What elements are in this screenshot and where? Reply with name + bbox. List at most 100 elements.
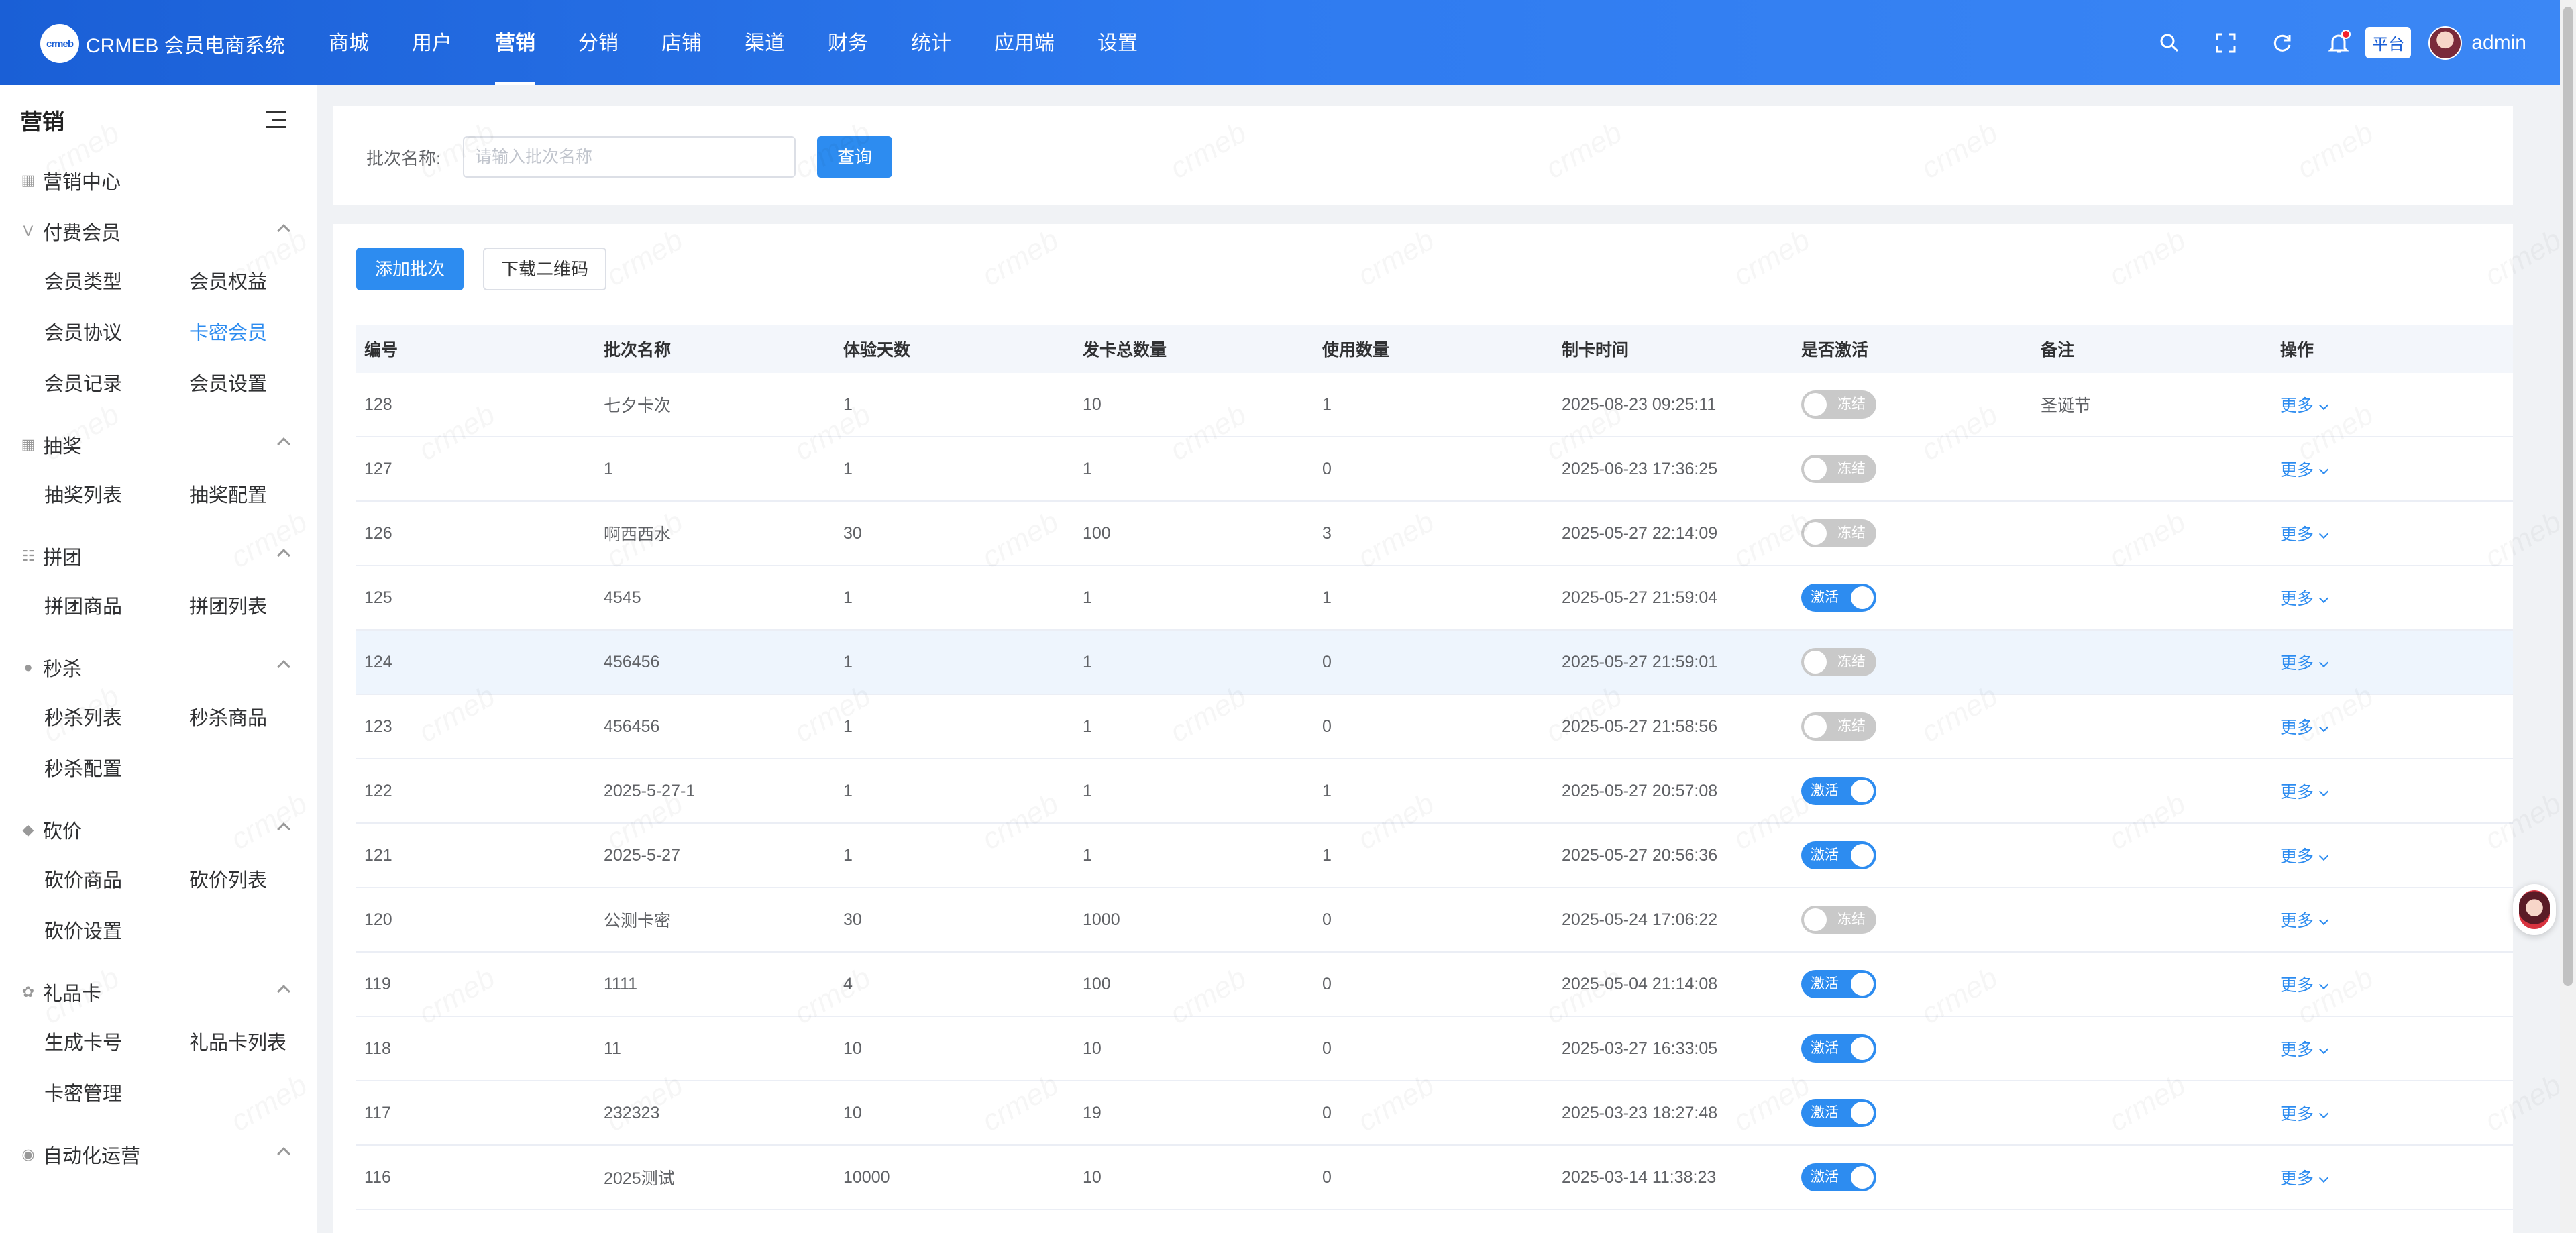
more-actions-button[interactable]: 更多 [2280, 1105, 2329, 1124]
menu-group-title[interactable]: V 付费会员 [20, 206, 317, 257]
chevron-down-icon [2318, 1173, 2329, 1183]
table-row: 128 七夕卡次 1 10 1 2025-08-23 09:25:11 冻结 圣诞节 更多 [356, 373, 2513, 437]
sidebar-item[interactable]: 秒杀配置 [44, 744, 189, 795]
more-actions-button[interactable]: 更多 [2280, 525, 2329, 544]
download-qrcode-button[interactable]: 下载二维码 [483, 248, 606, 290]
menu-group-title[interactable]: ▦ 营销中心 [20, 155, 317, 206]
cell-used: 0 [1322, 974, 1332, 994]
menu-group-title[interactable]: ◉ 自动化运营 [20, 1129, 317, 1180]
customer-service-avatar[interactable] [2513, 884, 2556, 935]
switch-knob [1851, 586, 1874, 609]
sidebar-item[interactable]: 砍价设置 [44, 906, 189, 957]
table-row: 118 11 10 10 0 2025-03-27 16:33:05 激活 更多 [356, 1017, 2513, 1081]
more-actions-button[interactable]: 更多 [2280, 718, 2329, 737]
activate-switch[interactable]: 激活 [1801, 841, 1876, 869]
add-batch-button[interactable]: 添加批次 [356, 248, 464, 290]
search-icon[interactable] [2156, 30, 2183, 56]
more-actions-button[interactable]: 更多 [2280, 847, 2329, 866]
activate-switch[interactable]: 冻结 [1801, 519, 1876, 547]
nav-item[interactable]: 财务 [828, 0, 890, 85]
sidebar-item[interactable]: 会员记录 [44, 359, 189, 410]
menu-group-label: 付费会员 [43, 223, 121, 244]
sidebar-item[interactable]: 抽奖列表 [44, 470, 189, 521]
menu-group-title[interactable]: ☷ 拼团 [20, 531, 317, 582]
sidebar-item[interactable]: 会员设置 [189, 359, 317, 410]
brand[interactable]: crmeb CRMEB 会员电商系统 [40, 24, 285, 63]
page-scrollbar[interactable] [2560, 0, 2576, 1233]
more-actions-button[interactable]: 更多 [2280, 1040, 2329, 1059]
sidebar-item[interactable]: 生成卡号 [44, 1018, 189, 1069]
more-actions-button[interactable]: 更多 [2280, 590, 2329, 608]
nav-item[interactable]: 分销 [578, 0, 640, 85]
more-actions-button[interactable]: 更多 [2280, 976, 2329, 995]
nav-item[interactable]: 用户 [412, 0, 474, 85]
activate-switch[interactable]: 激活 [1801, 1099, 1876, 1127]
batch-name-input[interactable]: 请输入批次名称 [463, 136, 796, 178]
sidebar-item[interactable]: 砍价商品 [44, 855, 189, 906]
more-label: 更多 [2280, 1169, 2314, 1188]
sidebar-item[interactable]: 秒杀商品 [189, 693, 317, 744]
menu-group-label: 抽奖 [43, 436, 83, 458]
bell-icon[interactable] [2325, 29, 2352, 56]
cell-used: 0 [1322, 910, 1332, 929]
activate-switch[interactable]: 激活 [1801, 1034, 1876, 1063]
activate-switch[interactable]: 激活 [1801, 1163, 1876, 1191]
switch-knob [1804, 715, 1827, 738]
menu-group-title[interactable]: ● 秒杀 [20, 642, 317, 693]
username[interactable]: admin [2471, 32, 2526, 54]
sidebar-item[interactable]: 会员权益 [189, 257, 317, 308]
sidebar-item[interactable]: 砍价列表 [189, 855, 317, 906]
sidebar-item[interactable]: 卡密会员 [189, 308, 317, 359]
nav-item[interactable]: 渠道 [745, 0, 806, 85]
menu-group-title[interactable]: ✿ 礼品卡 [20, 967, 317, 1018]
activate-switch[interactable]: 激活 [1801, 584, 1876, 612]
nav-item[interactable]: 统计 [911, 0, 973, 85]
sidebar-item[interactable]: 抽奖配置 [189, 470, 317, 521]
sidebar-item[interactable]: 卡密管理 [44, 1069, 189, 1120]
cell-days: 1 [843, 781, 853, 800]
menu-group-title[interactable]: ▦ 抽奖 [20, 419, 317, 470]
table-row: 125 4545 1 1 1 2025-05-27 21:59:04 激活 更多 [356, 566, 2513, 631]
more-actions-button[interactable]: 更多 [2280, 654, 2329, 673]
more-actions-button[interactable]: 更多 [2280, 912, 2329, 930]
more-actions-button[interactable]: 更多 [2280, 396, 2329, 415]
user-avatar[interactable] [2428, 25, 2463, 60]
nav-item[interactable]: 商城 [329, 0, 390, 85]
more-actions-button[interactable]: 更多 [2280, 1169, 2329, 1188]
batch-table: 编号 批次名称 体验天数 发卡总数量 使用数量 制卡时间 是否激活 备注 操作 128 七夕卡次 1… [356, 325, 2513, 1210]
refresh-icon[interactable] [2269, 30, 2296, 56]
query-button[interactable]: 查询 [817, 136, 892, 178]
activate-switch[interactable]: 激活 [1801, 777, 1876, 805]
switch-label: 冻结 [1837, 912, 1866, 927]
activate-switch[interactable]: 冻结 [1801, 906, 1876, 934]
cell-id: 123 [364, 716, 392, 736]
sidebar-item[interactable]: 会员协议 [44, 308, 189, 359]
menu-group-title[interactable]: ◆ 砍价 [20, 804, 317, 855]
sidebar-item[interactable]: 秒杀列表 [44, 693, 189, 744]
fullscreen-icon[interactable] [2212, 30, 2239, 56]
chevron-up-icon [277, 437, 290, 451]
menu-group-label: 礼品卡 [43, 983, 102, 1005]
menu-group: ▦ 抽奖 抽奖列表 抽奖配置 [0, 419, 317, 531]
activate-switch[interactable]: 冻结 [1801, 455, 1876, 483]
switch-label: 冻结 [1837, 718, 1866, 734]
cell-used: 0 [1322, 1103, 1332, 1122]
nav-item[interactable]: 设置 [1097, 0, 1159, 85]
sidebar-item[interactable]: 会员类型 [44, 257, 189, 308]
collapse-menu-icon[interactable] [266, 111, 286, 129]
nav-item[interactable]: 营销 [495, 0, 557, 85]
more-actions-button[interactable]: 更多 [2280, 461, 2329, 480]
sidebar-item[interactable]: 拼团商品 [44, 582, 189, 633]
activate-switch[interactable]: 冻结 [1801, 648, 1876, 676]
platform-badge[interactable]: 平台 [2365, 27, 2412, 58]
sidebar-item[interactable]: 拼团列表 [189, 582, 317, 633]
activate-switch[interactable]: 冻结 [1801, 712, 1876, 741]
more-actions-button[interactable]: 更多 [2280, 783, 2329, 802]
activate-switch[interactable]: 激活 [1801, 970, 1876, 998]
activate-switch[interactable]: 冻结 [1801, 390, 1876, 419]
nav-item[interactable]: 应用端 [994, 0, 1076, 85]
nav-item[interactable]: 店铺 [661, 0, 723, 85]
bargain-icon: ◆ [22, 821, 34, 838]
switch-knob [1851, 1166, 1874, 1189]
sidebar-item[interactable]: 礼品卡列表 [189, 1018, 317, 1069]
